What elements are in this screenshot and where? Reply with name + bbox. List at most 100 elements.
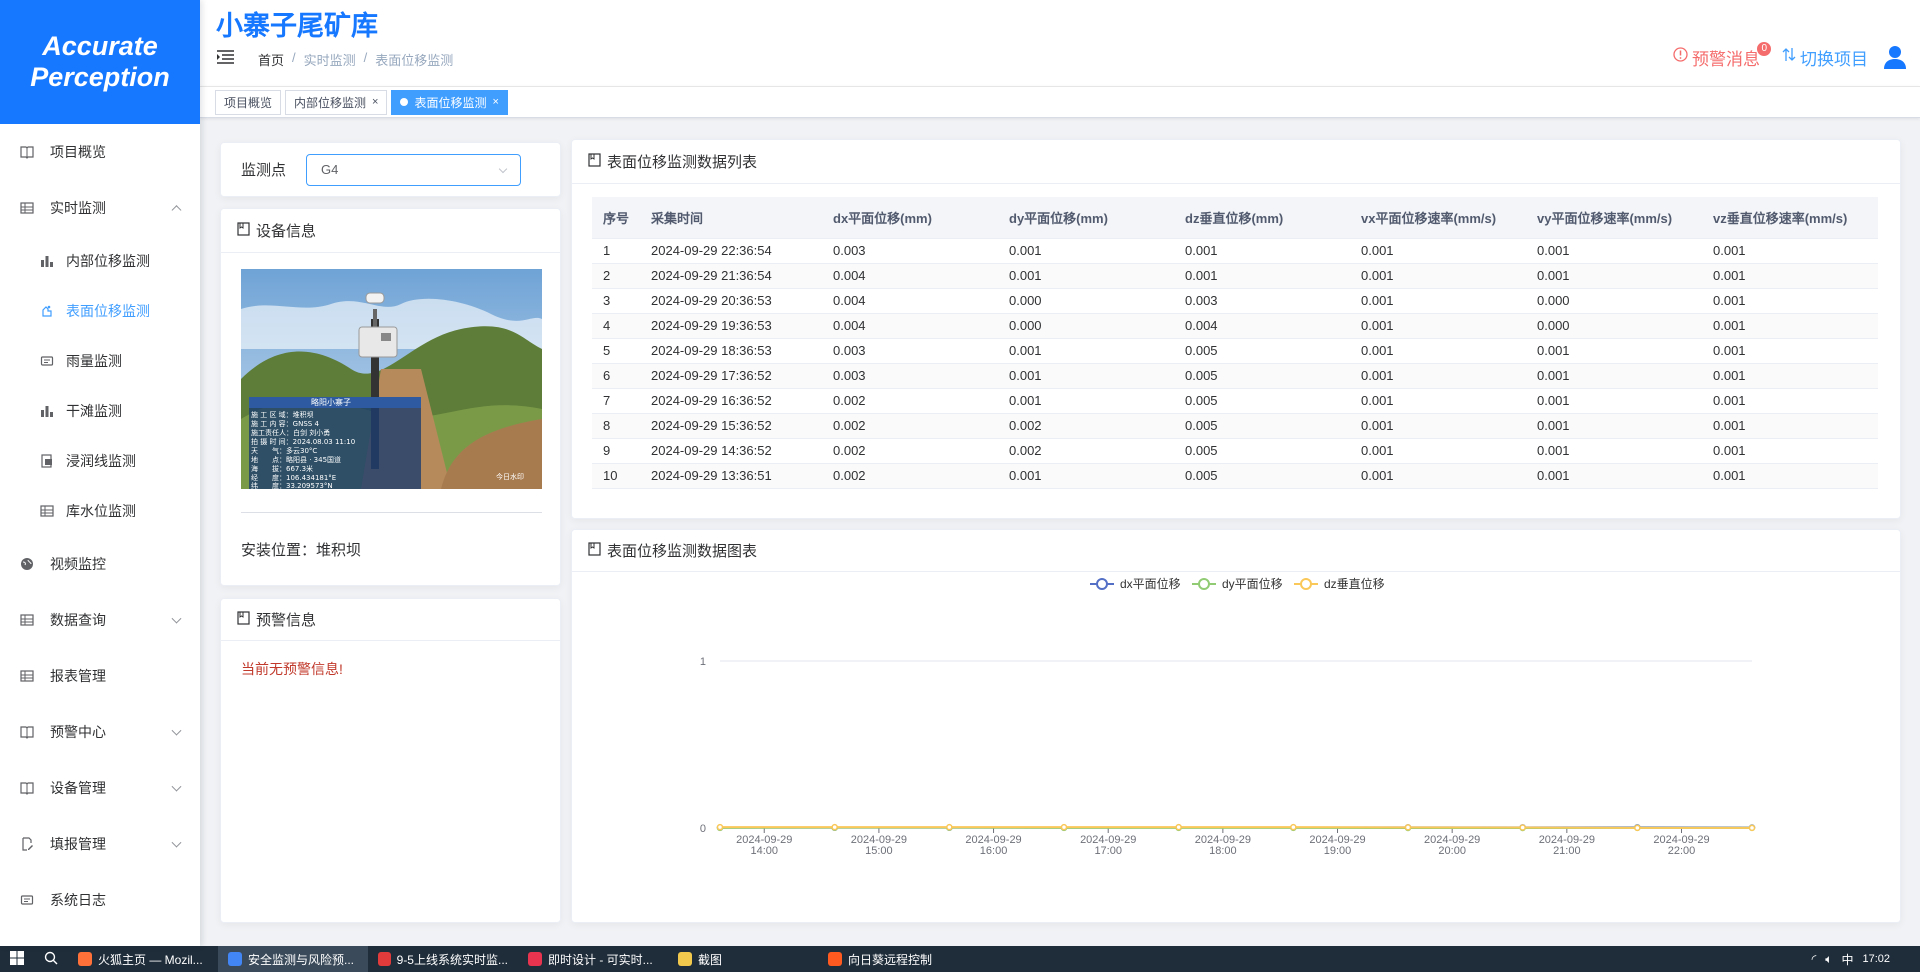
data-point[interactable] — [1748, 824, 1756, 832]
table-cell: 0.001 — [1526, 388, 1702, 414]
table-cell: 2024-09-29 18:36:53 — [640, 338, 822, 364]
card-icon — [237, 221, 250, 240]
sidebar-sub-water-level[interactable]: 库水位监测 — [0, 486, 200, 536]
active-dot-icon — [400, 98, 409, 106]
logo[interactable]: Accurate Perception — [0, 0, 200, 124]
data-point[interactable] — [946, 823, 953, 831]
start-button[interactable] — [0, 946, 34, 972]
sidebar-item-realtime[interactable]: 实时监测 — [0, 180, 200, 236]
table-cell: 0.001 — [998, 363, 1174, 389]
legend-label[interactable]: dx平面位移 — [1120, 576, 1181, 591]
tag-internal-displacement[interactable]: 内部位移监测 × — [285, 89, 388, 115]
table-row[interactable]: 6 2024-09-29 17:36:52 0.003 0.001 0.005 0.001… — [592, 363, 1878, 389]
taskbar-app[interactable]: 9-5上线系统实时监... — [368, 946, 518, 972]
table-cell: 0.001 — [1702, 338, 1878, 364]
breadcrumb-realtime[interactable]: 实时监测 — [304, 50, 356, 69]
table-row[interactable]: 5 2024-09-29 18:36:53 0.003 0.001 0.005 0.001… — [592, 338, 1878, 364]
legend-label[interactable]: dy平面位移 — [1222, 576, 1283, 591]
input-method-indicator[interactable]: 中 — [1841, 951, 1853, 968]
table-row[interactable]: 10 2024-09-29 13:36:51 0.002 0.001 0.005 0.00… — [592, 463, 1878, 489]
taskbar-app[interactable]: 截图 — [668, 946, 818, 972]
data-point[interactable] — [1519, 824, 1526, 831]
tag-label: 项目概览 — [224, 95, 273, 110]
sidebar-sub-rainfall[interactable]: 雨量监测 — [0, 336, 200, 386]
table-body: 1 2024-09-29 22:36:54 0.003 0.001 0.001 0.001… — [592, 238, 1878, 489]
table-row[interactable]: 8 2024-09-29 15:36:52 0.002 0.002 0.005 0.001… — [592, 413, 1878, 439]
table-cell: 0.001 — [1702, 263, 1878, 289]
table-cell: 7 — [592, 388, 640, 414]
tag-overview[interactable]: 项目概览 — [215, 89, 282, 115]
legend-label[interactable]: dz垂直位移 — [1324, 576, 1385, 591]
data-chart-card: 表面位移监测数据图表 0 1 2024-09-29 14:00 2024-09-29 15… — [571, 529, 1901, 923]
x-tick-label: 14:00 — [750, 845, 778, 857]
sidebar-sub-dry-beach[interactable]: 干滩监测 — [0, 386, 200, 436]
taskbar-search-button[interactable] — [34, 946, 68, 972]
line-chart[interactable]: 012024-09-2914:002024-09-2915:002024-09-… — [572, 572, 1900, 922]
breadcrumb-separator: / — [292, 50, 296, 65]
close-icon[interactable]: × — [492, 96, 498, 108]
clock-time: 17:02 — [1862, 953, 1890, 965]
data-point[interactable] — [716, 823, 724, 831]
sidebar-item-system-log[interactable]: 系统日志 — [0, 872, 200, 928]
device-photo[interactable]: 略阳小寨子 施 工 区 域：堆积坝 施 工 内 容：GNSS 4 施工责任人：白… — [241, 269, 542, 489]
data-point[interactable] — [1060, 823, 1068, 831]
sidebar-item-warning-center[interactable]: 预警中心 — [0, 704, 200, 760]
table-row[interactable]: 9 2024-09-29 14:36:52 0.002 0.002 0.005 0.001… — [592, 438, 1878, 464]
data-point[interactable] — [1404, 824, 1412, 831]
tag-surface-displacement[interactable]: 表面位移监测 × — [391, 89, 508, 115]
sub-item-label: 雨量监测 — [66, 353, 122, 369]
series-line[interactable] — [720, 826, 1752, 829]
table-cell: 0.001 — [1350, 238, 1526, 264]
sidebar-sub-internal-displacement[interactable]: 内部位移监测 — [0, 236, 200, 286]
sidebar-item-data-query[interactable]: 数据查询 — [0, 592, 200, 648]
chevron-down-icon — [171, 725, 182, 736]
table-row[interactable]: 2 2024-09-29 21:36:54 0.004 0.001 0.001 0.001… — [592, 263, 1878, 289]
table-row[interactable]: 3 2024-09-29 20:36:53 0.004 0.000 0.003 0.001… — [592, 288, 1878, 314]
table-cell: 0.001 — [1526, 413, 1702, 439]
table-row[interactable]: 1 2024-09-29 22:36:54 0.003 0.001 0.001 0.001… — [592, 238, 1878, 264]
table-row[interactable]: 7 2024-09-29 16:36:52 0.002 0.001 0.005 0.001… — [592, 388, 1878, 414]
sidebar-sub-surface-displacement[interactable]: 表面位移监测 — [0, 286, 200, 336]
switch-project-label: 切换项目 — [1800, 49, 1868, 69]
card-icon — [588, 541, 601, 560]
sidebar-item-video[interactable]: 视频监控 — [0, 536, 200, 592]
warning-messages-button[interactable]: 预警消息 0 — [1673, 40, 1772, 70]
legend-marker[interactable] — [1198, 578, 1210, 590]
data-point[interactable] — [831, 823, 838, 831]
taskbar-clock[interactable]: 17:02 — [1862, 953, 1890, 965]
sidebar-item-overview[interactable]: 项目概览 — [0, 124, 200, 180]
menu-collapse-icon[interactable] — [217, 50, 234, 64]
taskbar-app[interactable]: 即时设计 - 可实时... — [518, 946, 668, 972]
taskbar-app-label: 即时设计 - 可实时... — [548, 952, 653, 967]
sidebar-sub-phreatic-line[interactable]: 浸润线监测 — [0, 436, 200, 486]
legend-marker[interactable] — [1096, 578, 1108, 590]
device-info-header: 设备信息 — [221, 209, 560, 253]
taskbar-app[interactable]: 安全监测与风险预... — [218, 946, 368, 972]
x-tick-label: 16:00 — [980, 845, 1008, 857]
table-cell: 0.002 — [822, 438, 998, 464]
close-icon[interactable]: × — [372, 96, 378, 108]
legend-marker[interactable] — [1300, 578, 1312, 590]
wifi-icon: ◜ — [1811, 952, 1817, 966]
table-cell: 0.001 — [1174, 238, 1350, 264]
table-cell: 0.001 — [998, 238, 1174, 264]
table-cell: 0.005 — [1174, 363, 1350, 389]
data-point[interactable] — [1634, 824, 1641, 832]
table-cell: 0.001 — [1350, 463, 1526, 489]
taskbar-app[interactable]: 向日葵远程控制 — [818, 946, 968, 972]
monitor-point-select[interactable]: G4 — [306, 153, 522, 186]
switch-project-button[interactable]: 切换项目 — [1782, 45, 1868, 70]
data-point[interactable] — [1290, 823, 1297, 831]
sidebar-item-filing[interactable]: 填报管理 — [0, 816, 200, 872]
sidebar-item-devices[interactable]: 设备管理 — [0, 760, 200, 816]
taskbar-app-label: 9-5上线系统实时监... — [396, 952, 508, 967]
breadcrumb-home[interactable]: 首页 — [258, 50, 284, 69]
taskbar-app[interactable]: 火狐主页 — Mozil... — [68, 946, 218, 972]
table-row[interactable]: 4 2024-09-29 19:36:53 0.004 0.000 0.004 0.001… — [592, 313, 1878, 339]
x-tick-label: 19:00 — [1324, 845, 1352, 857]
user-avatar-icon[interactable] — [1882, 44, 1908, 70]
search-icon — [44, 951, 58, 968]
data-point[interactable] — [1175, 823, 1182, 831]
table-cell: 5 — [592, 338, 640, 364]
sidebar-item-reports[interactable]: 报表管理 — [0, 648, 200, 704]
